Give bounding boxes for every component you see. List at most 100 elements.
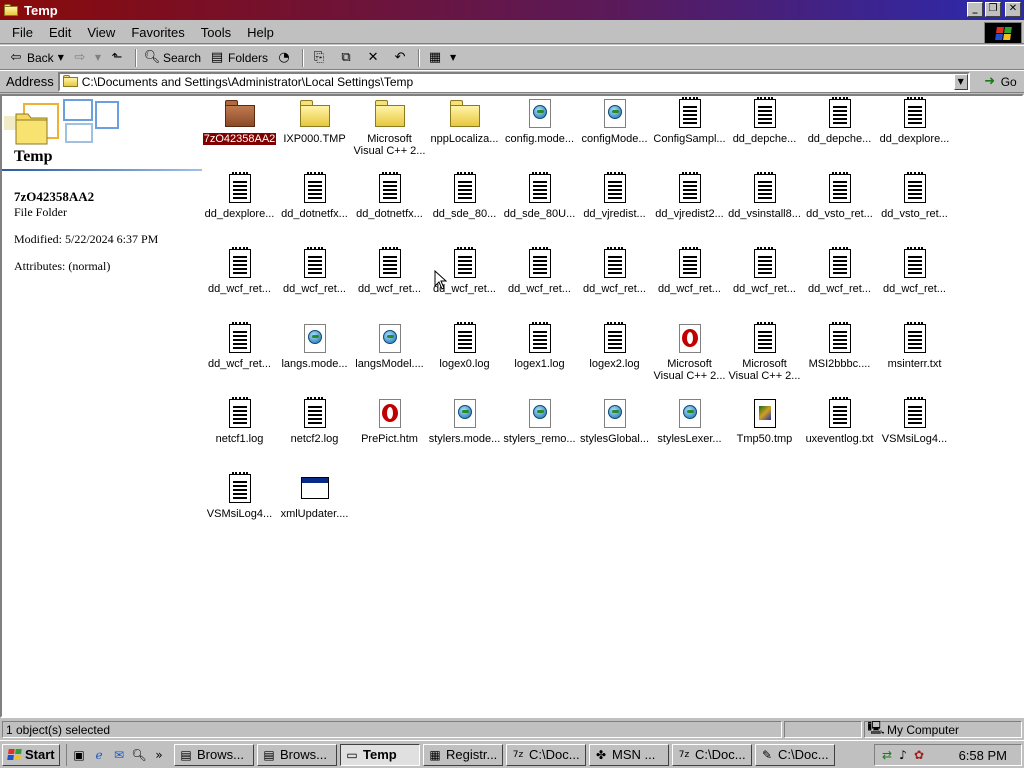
- file-item[interactable]: dd_vsto_ret...: [802, 172, 877, 243]
- taskbar-button[interactable]: ✎ C:\Doc...: [755, 743, 835, 766]
- address-input[interactable]: C:\Documents and Settings\Administrator\…: [57, 71, 970, 92]
- file-item[interactable]: dd_wcf_ret...: [502, 247, 577, 318]
- network-icon[interactable]: ⇄: [879, 747, 895, 763]
- back-button[interactable]: ⇦ Back ▼: [4, 47, 68, 69]
- file-item[interactable]: MSI2bbbc....: [802, 322, 877, 393]
- file-item[interactable]: dd_wcf_ret...: [727, 247, 802, 318]
- file-item[interactable]: dd_dotnetfx...: [277, 172, 352, 243]
- file-item[interactable]: Tmp50.tmp: [727, 398, 802, 468]
- file-item[interactable]: netcf1.log: [202, 397, 277, 468]
- file-item[interactable]: dd_wcf_ret...: [202, 247, 277, 318]
- undo-button[interactable]: ↶: [388, 47, 415, 69]
- taskbar-button[interactable]: ▦ Registr...: [423, 743, 503, 766]
- ie-icon[interactable]: ℯ: [91, 747, 107, 763]
- menu-favorites[interactable]: Favorites: [123, 23, 192, 42]
- file-item[interactable]: uxeventlog.txt: [802, 397, 877, 468]
- file-item[interactable]: dd_depche...: [727, 97, 802, 168]
- taskbar-button[interactable]: ▤ Brows...: [174, 743, 254, 766]
- file-item[interactable]: 7zO42358AA2: [201, 98, 278, 168]
- taskbar-button[interactable]: 7z C:\Doc...: [672, 743, 752, 766]
- folders-button[interactable]: ▤ Folders: [205, 47, 272, 69]
- file-item[interactable]: dd_dexplore...: [202, 172, 277, 243]
- views-button[interactable]: ▦ ▼: [423, 47, 460, 69]
- more-chevron-icon[interactable]: »: [151, 747, 167, 763]
- menu-file[interactable]: File: [4, 23, 41, 42]
- taskbar-button[interactable]: 7z C:\Doc...: [506, 743, 586, 766]
- file-item[interactable]: ConfigSampl...: [652, 97, 727, 168]
- outlook-icon[interactable]: ✉: [111, 747, 127, 763]
- copy-to-button[interactable]: ⧉: [334, 47, 361, 69]
- file-item[interactable]: dd_vjredist2...: [652, 172, 727, 243]
- file-item[interactable]: dd_sde_80U...: [502, 172, 577, 243]
- text-document-icon: [524, 247, 556, 280]
- file-item[interactable]: stylers_remo...: [502, 398, 577, 468]
- file-item[interactable]: stylers.mode...: [427, 398, 502, 468]
- file-item[interactable]: dd_wcf_ret...: [202, 322, 277, 393]
- file-item[interactable]: nppLocaliza...: [427, 98, 502, 168]
- file-item[interactable]: configMode...: [577, 98, 652, 168]
- file-item[interactable]: langs.mode...: [277, 323, 352, 393]
- taskbar-button[interactable]: ▤ Brows...: [257, 743, 337, 766]
- taskbar-button[interactable]: ▭ Temp: [340, 743, 420, 766]
- menu-edit[interactable]: Edit: [41, 23, 79, 42]
- forward-dropdown-icon[interactable]: ▼: [95, 53, 101, 62]
- volume-icon[interactable]: ♪: [895, 747, 911, 763]
- show-desktop-icon[interactable]: ▣: [71, 747, 87, 763]
- close-button[interactable]: ✕: [1005, 2, 1021, 17]
- start-button[interactable]: Start: [2, 743, 60, 766]
- file-item[interactable]: IXP000.TMP: [277, 98, 352, 168]
- forward-button[interactable]: ⇨ ▼: [68, 47, 105, 69]
- file-item[interactable]: dd_sde_80...: [427, 172, 502, 243]
- file-item[interactable]: dd_dexplore...: [877, 97, 952, 168]
- file-item[interactable]: stylesLexer...: [652, 398, 727, 468]
- file-item[interactable]: langsModel....: [352, 323, 427, 393]
- address-dropdown-icon[interactable]: ▼: [953, 73, 968, 90]
- file-item[interactable]: config.mode...: [502, 98, 577, 168]
- tray-app-icon[interactable]: ✿: [911, 747, 927, 763]
- file-item[interactable]: stylesGlobal...: [577, 398, 652, 468]
- search-button[interactable]: 🔍︎ Search: [140, 47, 205, 69]
- file-item[interactable]: dd_wcf_ret...: [277, 247, 352, 318]
- menu-tools[interactable]: Tools: [193, 23, 239, 42]
- menu-view[interactable]: View: [79, 23, 123, 42]
- file-item[interactable]: dd_vsto_ret...: [877, 172, 952, 243]
- up-button[interactable]: ⬑: [105, 47, 132, 69]
- file-item[interactable]: msinterr.txt: [877, 322, 952, 393]
- file-list: 7zO42358AA2 IXP000.TMP Microsoft Visual C+…: [201, 97, 962, 698]
- delete-button[interactable]: ✕: [361, 47, 388, 69]
- file-item[interactable]: dd_vsinstall8...: [727, 172, 802, 243]
- back-dropdown-icon[interactable]: ▼: [58, 53, 64, 62]
- restore-button[interactable]: ❐: [985, 2, 1001, 17]
- file-item[interactable]: VSMsiLog4...: [877, 397, 952, 468]
- file-item[interactable]: PrePict.htm: [352, 398, 427, 468]
- file-item[interactable]: netcf2.log: [277, 397, 352, 468]
- clock[interactable]: 6:58 PM: [959, 748, 1007, 763]
- file-item[interactable]: dd_wcf_ret...: [652, 247, 727, 318]
- file-item[interactable]: dd_depche...: [802, 97, 877, 168]
- file-item[interactable]: xmlUpdater....: [277, 473, 352, 543]
- search-icon[interactable]: 🔍︎: [131, 747, 147, 763]
- menu-help[interactable]: Help: [239, 23, 282, 42]
- file-item[interactable]: Microsoft Visual C++ 2...: [352, 98, 427, 168]
- file-item[interactable]: logex1.log: [502, 322, 577, 393]
- history-button[interactable]: ◔: [272, 47, 299, 69]
- minimize-button[interactable]: _: [967, 2, 983, 17]
- file-item[interactable]: logex2.log: [577, 322, 652, 393]
- file-item[interactable]: Microsoft Visual C++ 2...: [652, 323, 727, 393]
- file-item[interactable]: dd_vjredist...: [577, 172, 652, 243]
- file-item[interactable]: VSMsiLog4...: [202, 472, 277, 543]
- file-item[interactable]: logex0.log: [427, 322, 502, 393]
- title-bar[interactable]: Temp _ ❐ ✕: [0, 0, 1024, 20]
- file-item[interactable]: dd_wcf_ret...: [802, 247, 877, 318]
- file-label: 7zO42358AA2: [201, 132, 278, 146]
- file-item[interactable]: dd_dotnetfx...: [352, 172, 427, 243]
- taskbar-button[interactable]: ✤ MSN ...: [589, 743, 669, 766]
- file-item[interactable]: dd_wcf_ret...: [352, 247, 427, 318]
- views-dropdown-icon[interactable]: ▼: [450, 53, 456, 62]
- taskbar-button-label: C:\Doc...: [695, 747, 746, 762]
- file-item[interactable]: Microsoft Visual C++ 2...: [727, 322, 802, 393]
- file-item[interactable]: dd_wcf_ret...: [577, 247, 652, 318]
- go-button[interactable]: ➜ Go: [982, 74, 1016, 90]
- file-item[interactable]: dd_wcf_ret...: [877, 247, 952, 318]
- move-to-button[interactable]: ⎘: [307, 47, 334, 69]
